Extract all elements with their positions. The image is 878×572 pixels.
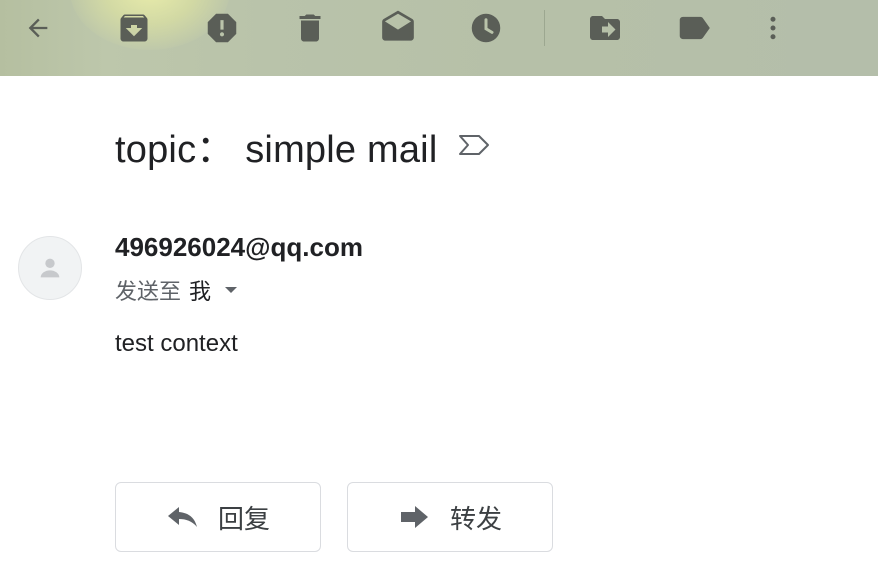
caret-down-icon <box>225 287 238 293</box>
reply-button[interactable]: 回复 <box>115 482 321 552</box>
recipient-details-toggle[interactable] <box>223 282 239 298</box>
move-to-icon <box>590 16 620 40</box>
person-icon <box>40 258 60 278</box>
mark-unread-button[interactable] <box>378 8 418 48</box>
label-button[interactable] <box>674 8 714 48</box>
sender-address: 496926024@qq.com <box>115 232 363 262</box>
message-body: test context <box>115 330 238 357</box>
snooze-button[interactable] <box>466 8 506 48</box>
archive-icon <box>120 14 148 42</box>
recipient-value: 我 <box>189 279 212 304</box>
message-subject: topic： simple mail <box>115 128 438 171</box>
toolbar-divider <box>544 10 545 46</box>
reply-label: 回复 <box>217 503 270 534</box>
report-spam-button[interactable] <box>202 8 242 48</box>
move-to-button[interactable] <box>585 8 625 48</box>
reply-icon <box>166 504 200 530</box>
more-options-button[interactable] <box>753 8 793 48</box>
back-arrow-icon <box>28 18 48 38</box>
important-marker[interactable] <box>457 133 491 157</box>
forward-button[interactable]: 转发 <box>347 482 553 552</box>
archive-button[interactable] <box>114 8 154 48</box>
report-spam-icon <box>207 13 237 43</box>
mark-unread-icon <box>382 10 414 41</box>
back-button[interactable] <box>18 8 58 48</box>
more-vert-icon <box>770 16 776 40</box>
label-icon <box>679 16 710 40</box>
forward-label: 转发 <box>449 503 502 534</box>
delete-button[interactable] <box>290 8 330 48</box>
forward-icon <box>398 504 432 530</box>
message-toolbar <box>0 0 878 76</box>
subject-row: topic： simple mail <box>115 118 491 172</box>
sender-avatar <box>18 236 82 300</box>
delete-icon <box>299 14 321 42</box>
recipient-row: 发送至 我 <box>115 274 239 306</box>
recipient-label: 发送至 <box>115 279 182 304</box>
snooze-icon <box>471 13 501 43</box>
importance-marker-icon <box>459 135 490 155</box>
